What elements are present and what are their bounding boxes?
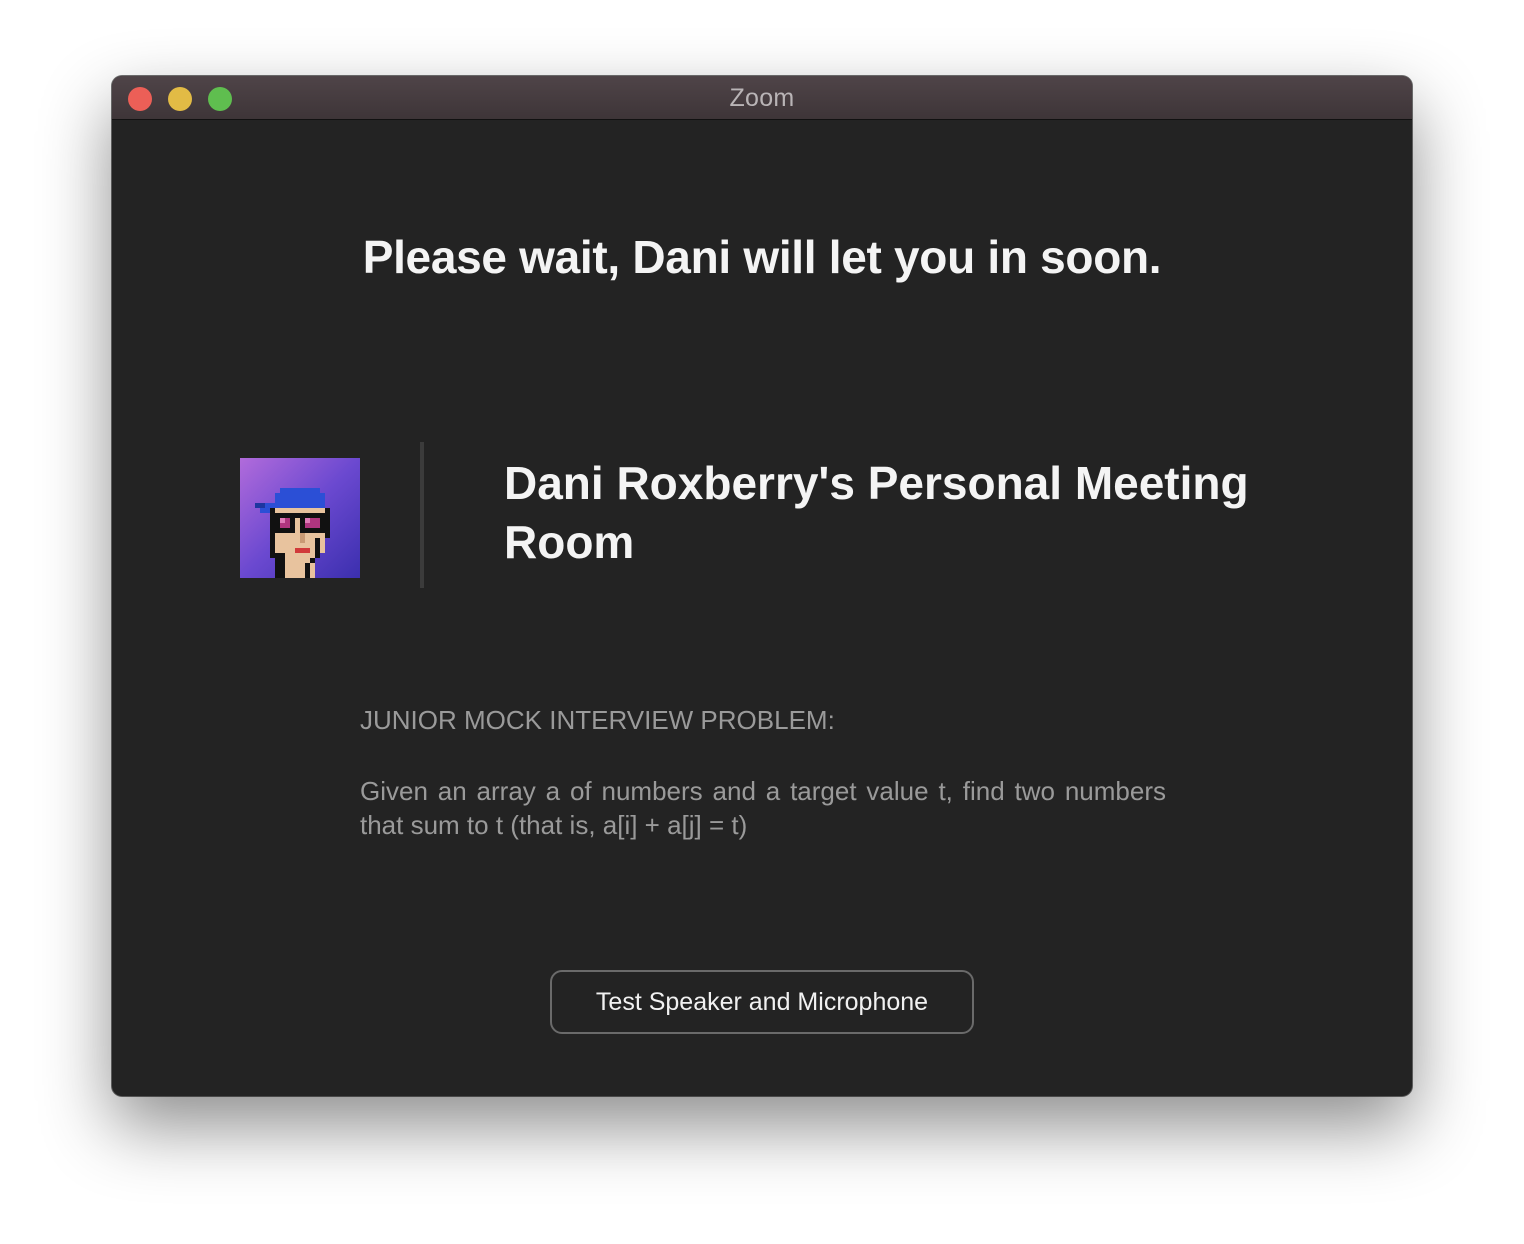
window-title: Zoom [729,84,795,112]
meeting-description-body: Given an array a of numbers and a target… [360,776,1166,840]
meeting-room-name: Dani Roxberry's Personal Meeting Room [504,457,1249,568]
pixel-avatar-icon [255,488,330,578]
meeting-description-heading: JUNIOR MOCK INTERVIEW PROBLEM: [360,705,835,735]
waiting-message: Please wait, Dani will let you in soon. [362,231,1162,283]
zoom-window: Zoom Please wait, Dani will let you in s… [112,76,1412,1096]
waiting-room-content: Please wait, Dani will let you in soon. [112,120,1412,1096]
title-bar[interactable]: Zoom [112,76,1412,120]
vertical-divider [420,442,424,588]
test-speaker-microphone-button[interactable]: Test Speaker and Microphone [550,970,974,1034]
host-avatar [240,458,360,578]
